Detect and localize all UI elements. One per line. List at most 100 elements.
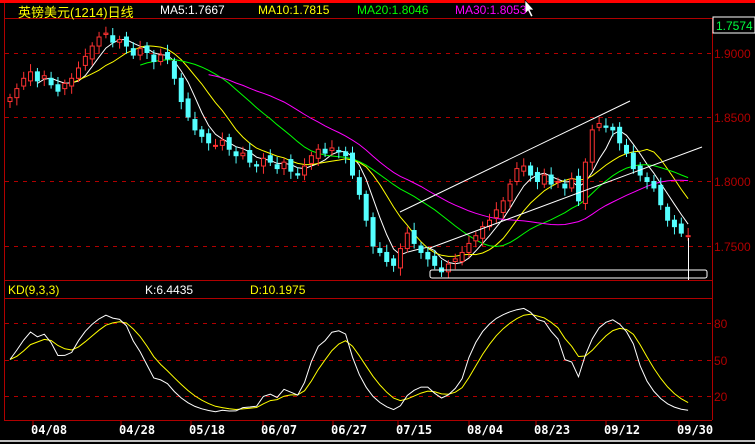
ma30-value: MA30:1.8053 bbox=[455, 3, 527, 17]
candle-body bbox=[418, 245, 424, 253]
candle bbox=[603, 118, 609, 133]
candle bbox=[192, 111, 198, 136]
candle-body bbox=[336, 150, 342, 153]
candle bbox=[404, 226, 410, 253]
candle bbox=[356, 169, 362, 200]
candle bbox=[89, 42, 95, 66]
candle bbox=[493, 202, 499, 223]
candle bbox=[137, 40, 143, 61]
candle bbox=[41, 70, 47, 87]
candle-body bbox=[137, 48, 143, 56]
date-tick-label: 04/28 bbox=[119, 423, 156, 437]
date-tick-label: 07/15 bbox=[396, 423, 433, 437]
ma20-value: MA20:1.8046 bbox=[357, 3, 429, 17]
candle-body bbox=[384, 251, 390, 262]
candle-body bbox=[603, 125, 609, 128]
price-tick-label: 1.7500 bbox=[714, 239, 751, 254]
candle-body bbox=[651, 181, 657, 189]
candle bbox=[384, 244, 390, 267]
candle-body bbox=[624, 144, 629, 154]
candle bbox=[521, 158, 527, 177]
candle-body bbox=[28, 71, 34, 82]
candle bbox=[165, 44, 171, 65]
kd-d-value: D:10.1975 bbox=[250, 283, 306, 297]
candle-body bbox=[582, 161, 588, 204]
ma30-line bbox=[208, 74, 689, 226]
candle-body bbox=[678, 223, 684, 234]
date-tick-label: 04/08 bbox=[31, 423, 68, 437]
candle-body bbox=[322, 148, 328, 154]
candle bbox=[487, 213, 492, 231]
candle bbox=[260, 153, 266, 174]
date-tick-label: 09/12 bbox=[604, 423, 641, 437]
ma10-line bbox=[71, 45, 689, 257]
candle bbox=[96, 31, 102, 54]
date-tick-label: 09/30 bbox=[677, 423, 714, 437]
trend-channel-upper[interactable] bbox=[399, 100, 631, 213]
candle bbox=[377, 242, 383, 257]
candle-body bbox=[397, 248, 403, 269]
candle bbox=[206, 128, 212, 151]
candle-body bbox=[459, 251, 465, 262]
date-tick-label: 08/04 bbox=[467, 423, 504, 437]
candle-body bbox=[541, 174, 547, 185]
candle-body bbox=[302, 165, 308, 176]
kd-k-value: K:6.4435 bbox=[145, 283, 194, 297]
candle-body bbox=[685, 235, 691, 238]
candle bbox=[295, 167, 301, 179]
candle-body bbox=[343, 151, 349, 157]
candle-body bbox=[226, 137, 232, 150]
candle-body bbox=[363, 193, 369, 221]
candle-body bbox=[466, 242, 472, 253]
candle-body bbox=[274, 164, 280, 170]
candle-body bbox=[425, 251, 431, 260]
candle-body bbox=[596, 122, 602, 128]
candle-body bbox=[562, 183, 568, 189]
candle-body bbox=[404, 232, 410, 250]
candle-body bbox=[630, 152, 636, 170]
candle-body bbox=[377, 248, 383, 253]
candle bbox=[350, 146, 355, 179]
candle-body bbox=[493, 209, 499, 219]
candle-body bbox=[671, 219, 677, 228]
price-tick-label: 1.8500 bbox=[714, 110, 751, 125]
chart-canvas bbox=[0, 0, 755, 442]
candle-body bbox=[308, 155, 314, 164]
candle bbox=[281, 158, 287, 176]
candle-body bbox=[171, 61, 177, 79]
candle bbox=[665, 203, 671, 227]
kd-tick-label: 20 bbox=[714, 389, 728, 404]
candle bbox=[178, 73, 184, 110]
date-tick-label: 08/23 bbox=[534, 423, 571, 437]
candle-body bbox=[123, 36, 129, 47]
candle bbox=[576, 168, 582, 207]
candle-body bbox=[452, 258, 458, 262]
candle-body bbox=[247, 150, 253, 163]
candle bbox=[254, 160, 260, 173]
candle bbox=[582, 158, 588, 210]
candle bbox=[288, 154, 294, 179]
candle-body bbox=[445, 263, 451, 273]
candle bbox=[473, 231, 479, 248]
ma5-value: MA5:1.7667 bbox=[160, 3, 225, 17]
kd-tick-label: 80 bbox=[714, 316, 728, 331]
candle-body bbox=[178, 77, 184, 103]
candle bbox=[596, 117, 602, 132]
candle-body bbox=[69, 77, 75, 87]
candle-body bbox=[254, 164, 260, 167]
candle bbox=[589, 124, 595, 170]
candle-body bbox=[569, 178, 575, 189]
candle bbox=[391, 255, 397, 272]
candle-body bbox=[288, 159, 294, 172]
candle bbox=[671, 215, 677, 235]
candle-body bbox=[432, 255, 438, 266]
candle bbox=[507, 178, 513, 209]
range-box-annotation[interactable] bbox=[429, 269, 708, 279]
candle bbox=[267, 149, 273, 167]
candle bbox=[226, 133, 232, 156]
candle bbox=[117, 35, 123, 49]
candle bbox=[158, 48, 164, 66]
candle bbox=[199, 126, 205, 143]
candle-body bbox=[185, 98, 191, 118]
candle-body bbox=[48, 77, 54, 86]
